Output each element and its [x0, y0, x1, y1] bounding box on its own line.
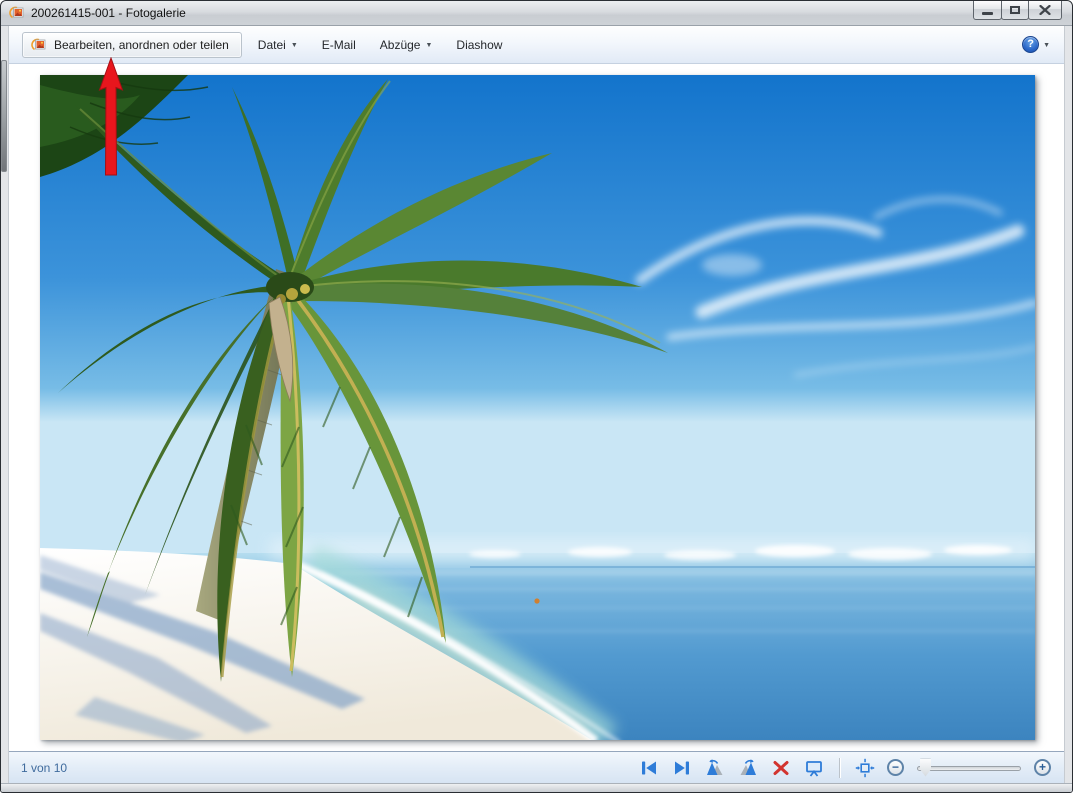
zoom-slider-thumb[interactable]: [920, 759, 931, 777]
chevron-down-icon: ▼: [291, 42, 298, 49]
zoom-out-button[interactable]: −: [887, 759, 904, 776]
zoom-in-button[interactable]: +: [1034, 759, 1051, 776]
minimize-icon: [982, 12, 993, 15]
zoom-slider-track[interactable]: [917, 766, 1021, 771]
close-icon: [1039, 5, 1051, 15]
rotate-counterclockwise-button[interactable]: [704, 758, 726, 778]
right-window-frame: [1064, 26, 1072, 783]
menu-label: Abzüge: [380, 38, 421, 52]
photo-gallery-window: 200261415-001 - Fotogalerie: [0, 0, 1073, 793]
maximize-icon: [1010, 6, 1020, 14]
statusbar: 1 von 10: [9, 751, 1064, 783]
rotate-counterclockwise-icon: [705, 758, 725, 778]
menu-label: E-Mail: [322, 38, 356, 52]
edit-arrange-share-button[interactable]: Bearbeiten, anordnen oder teilen: [22, 32, 242, 58]
photo-counter: 1 von 10: [21, 761, 67, 775]
photo-canvas: [40, 75, 1035, 740]
previous-button[interactable]: [638, 758, 660, 778]
controls-separator: [839, 758, 840, 778]
titlebar: 200261415-001 - Fotogalerie: [1, 1, 1072, 26]
menu-label: Datei: [258, 38, 286, 52]
delete-button[interactable]: [770, 758, 792, 778]
previous-icon: [639, 758, 659, 778]
menu-datei[interactable]: Datei ▼: [258, 38, 298, 52]
menu-email[interactable]: E-Mail: [322, 38, 356, 52]
navigation-controls: − +: [638, 758, 1051, 778]
menu-diashow[interactable]: Diashow: [456, 38, 502, 52]
rotate-clockwise-button[interactable]: [737, 758, 759, 778]
window-controls: [974, 1, 1062, 20]
next-button[interactable]: [671, 758, 693, 778]
minimize-button[interactable]: [973, 1, 1002, 20]
maximize-button[interactable]: [1001, 1, 1029, 20]
chevron-down-icon: ▼: [1043, 42, 1050, 49]
toolbar: Bearbeiten, anordnen oder teilen Datei ▼…: [9, 26, 1064, 64]
window-title: 200261415-001 - Fotogalerie: [31, 6, 186, 20]
pane-splitter-grip[interactable]: [1, 60, 7, 172]
help-icon: ?: [1022, 36, 1039, 53]
rotate-clockwise-icon: [738, 758, 758, 778]
photo-viewer: [9, 64, 1064, 751]
slideshow-icon: [804, 758, 824, 778]
bottom-window-frame: [1, 783, 1072, 792]
delete-icon: [771, 758, 791, 778]
beach-photo: [40, 75, 1035, 740]
photo-gallery-app-icon: [9, 5, 25, 21]
help-menu[interactable]: ? ▼: [1022, 36, 1050, 53]
menu-label: Diashow: [456, 38, 502, 52]
slideshow-button[interactable]: [803, 758, 825, 778]
next-icon: [672, 758, 692, 778]
fit-to-window-button[interactable]: [854, 758, 876, 778]
gallery-icon: [31, 37, 47, 53]
chevron-down-icon: ▼: [425, 42, 432, 49]
fit-to-window-icon: [855, 758, 875, 778]
zoom-slider[interactable]: [917, 758, 1021, 778]
close-button[interactable]: [1028, 1, 1062, 20]
edit-button-label: Bearbeiten, anordnen oder teilen: [54, 38, 229, 52]
left-window-frame: [1, 26, 9, 783]
menu-abzuege[interactable]: Abzüge ▼: [380, 38, 433, 52]
